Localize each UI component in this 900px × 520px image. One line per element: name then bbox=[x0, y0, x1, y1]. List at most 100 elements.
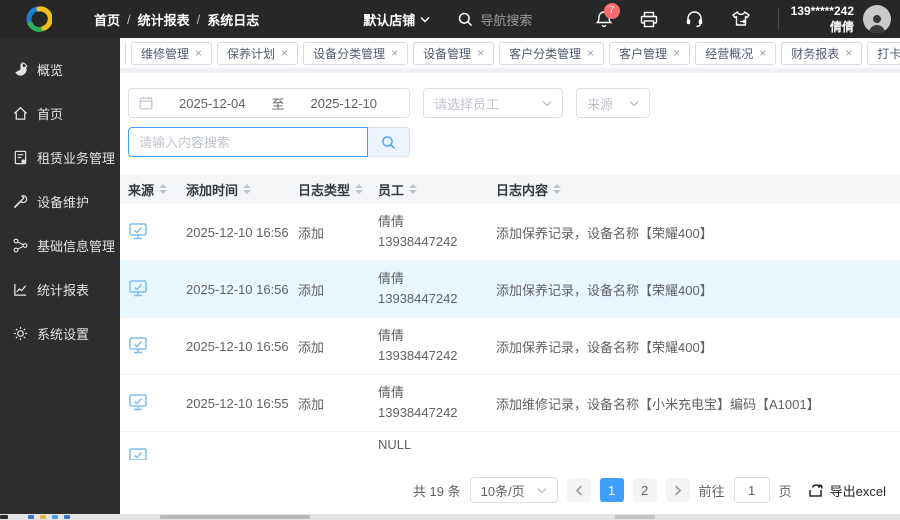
next-page-button[interactable] bbox=[665, 478, 690, 502]
sort-icon[interactable] bbox=[409, 184, 418, 194]
breadcrumb-reports[interactable]: 统计报表 bbox=[138, 10, 190, 29]
close-icon[interactable]: × bbox=[759, 46, 766, 60]
tab-label: 设备分类管理 bbox=[313, 46, 386, 61]
goto-page-input[interactable] bbox=[733, 477, 770, 503]
app-logo[interactable] bbox=[0, 6, 66, 32]
content-cell: 添加保养记录，设备名称【荣耀400】 bbox=[496, 225, 713, 241]
source-cell bbox=[128, 221, 186, 244]
table-row[interactable]: 2025-12-10 16:56 添加 倩倩 13938447242 添加保养记… bbox=[120, 318, 900, 375]
tab-maintenance-plan[interactable]: 保养计划 × bbox=[217, 41, 299, 65]
store-selector[interactable]: 默认店铺 bbox=[363, 10, 430, 29]
close-icon[interactable]: × bbox=[477, 46, 484, 60]
sidebar-item-device-maintenance[interactable]: 设备维护 bbox=[0, 179, 120, 223]
table-row[interactable]: 2025-12-10 16:56 添加 倩倩 13938447242 添加保养记… bbox=[120, 261, 900, 318]
source-cell bbox=[128, 392, 186, 415]
sidebar-item-basic-info[interactable]: 基础信息管理 bbox=[0, 223, 120, 267]
user-phone: 139*****242 bbox=[790, 3, 854, 18]
sort-icon[interactable] bbox=[159, 184, 168, 194]
customer-service-button[interactable] bbox=[685, 10, 704, 28]
tab-business-overview[interactable]: 经营概况 × bbox=[695, 41, 777, 65]
sidebar-item-home[interactable]: 首页 bbox=[0, 91, 120, 135]
column-log-content[interactable]: 日志内容 bbox=[496, 180, 900, 199]
page-size-value: 10条/页 bbox=[480, 483, 525, 499]
tab-repair-management[interactable]: 维修管理 × bbox=[131, 41, 213, 65]
page-button-1[interactable]: 1 bbox=[599, 478, 624, 502]
search-bar bbox=[128, 127, 900, 157]
close-icon[interactable]: × bbox=[195, 46, 202, 60]
employee-phone: 13938447242 bbox=[378, 234, 458, 249]
tab-customer-category[interactable]: 客户分类管理 × bbox=[499, 41, 605, 65]
sort-icon[interactable] bbox=[553, 184, 562, 194]
page-button-2[interactable]: 2 bbox=[632, 478, 657, 502]
employee-select[interactable]: 请选择员工 bbox=[423, 88, 563, 118]
table-row[interactable]: NULL bbox=[120, 432, 900, 460]
content-cell: 添加保养记录，设备名称【荣耀400】 bbox=[496, 339, 713, 355]
user-info[interactable]: 139*****242 倩倩 bbox=[791, 3, 854, 35]
close-icon[interactable]: × bbox=[391, 46, 398, 60]
tab-label: 维修管理 bbox=[141, 46, 190, 61]
breadcrumb-home[interactable]: 首页 bbox=[94, 10, 120, 29]
date-end-value[interactable]: 2025-12-10 bbox=[289, 96, 400, 111]
tab-clipped[interactable] bbox=[125, 41, 126, 65]
date-range-picker[interactable]: 2025-12-04 至 2025-12-10 bbox=[128, 88, 410, 118]
breadcrumb: 首页 / 统计报表 / 系统日志 bbox=[94, 10, 259, 29]
chevron-down-icon bbox=[537, 487, 547, 493]
close-icon[interactable]: × bbox=[845, 46, 852, 60]
sort-icon[interactable] bbox=[355, 184, 364, 194]
content-search-input[interactable] bbox=[128, 127, 368, 157]
theme-switch-button[interactable] bbox=[731, 10, 751, 28]
user-name: 倩倩 bbox=[829, 20, 854, 34]
export-excel-button[interactable]: 导出excel bbox=[807, 481, 886, 500]
tab-device-category[interactable]: 设备分类管理 × bbox=[303, 41, 409, 65]
total-count-text: 共 19 条 bbox=[412, 483, 461, 499]
page-size-select[interactable]: 10条/页 bbox=[469, 477, 558, 503]
prev-page-button[interactable] bbox=[566, 478, 591, 502]
employee-name: 倩倩 bbox=[378, 213, 405, 229]
column-source[interactable]: 来源 bbox=[128, 180, 186, 199]
sidebar-item-system-settings[interactable]: 系统设置 bbox=[0, 311, 120, 355]
sidebar-item-label: 首页 bbox=[37, 106, 64, 122]
date-start-value[interactable]: 2025-12-04 bbox=[157, 96, 268, 111]
column-employee[interactable]: 员工 bbox=[378, 180, 496, 199]
table-row[interactable]: 2025-12-10 16:55 添加 倩倩 13938447242 添加维修记… bbox=[120, 375, 900, 432]
monitor-check-icon bbox=[129, 336, 147, 353]
type-cell: 添加 bbox=[298, 339, 325, 355]
content-cell: 添加维修记录，设备名称【小米充电宝】编码【A1001】 bbox=[496, 396, 820, 412]
table-row[interactable]: 2025-12-10 16:56 添加 倩倩 13938447242 添加保养记… bbox=[120, 204, 900, 261]
sidebar-item-overview[interactable]: 概览 bbox=[0, 47, 120, 91]
sliver-mark bbox=[615, 515, 655, 519]
notifications-button[interactable]: 7 bbox=[595, 2, 620, 29]
export-icon bbox=[808, 484, 823, 497]
close-icon[interactable]: × bbox=[673, 46, 680, 60]
source-cell bbox=[128, 335, 186, 358]
close-icon[interactable]: × bbox=[587, 46, 594, 60]
nav-search-placeholder: 导航搜索 bbox=[480, 12, 533, 28]
employee-cell: NULL bbox=[378, 432, 496, 455]
goto-suffix-label: 页 bbox=[778, 483, 792, 499]
sort-icon[interactable] bbox=[243, 184, 252, 194]
breadcrumb-system-log[interactable]: 系统日志 bbox=[207, 10, 259, 29]
print-button[interactable] bbox=[640, 11, 658, 28]
nav-search[interactable]: 导航搜索 bbox=[458, 10, 532, 29]
topbar-actions: 7 139*****242 倩倩 bbox=[595, 2, 900, 35]
printer-icon bbox=[640, 11, 657, 27]
tab-clock-record[interactable]: 打卡记录 × bbox=[867, 41, 900, 65]
column-add-time[interactable]: 添加时间 bbox=[186, 180, 298, 199]
log-table: 来源 添加时间 日志类型 员工 日志内容 2025-12-10 16:56 添加… bbox=[120, 174, 900, 460]
wrench-icon bbox=[14, 194, 28, 208]
tab-finance-report[interactable]: 财务报表 × bbox=[781, 41, 863, 65]
monitor-check-icon bbox=[129, 448, 147, 460]
table-header: 来源 添加时间 日志类型 员工 日志内容 bbox=[120, 174, 900, 204]
source-select[interactable]: 来源 bbox=[576, 88, 650, 118]
employee-select-placeholder: 请选择员工 bbox=[434, 96, 500, 112]
close-icon[interactable]: × bbox=[281, 46, 288, 60]
sidebar-item-label: 基础信息管理 bbox=[37, 238, 116, 254]
sidebar-item-statistics[interactable]: 统计报表 bbox=[0, 267, 120, 311]
source-cell bbox=[128, 278, 186, 301]
sidebar-item-rental-management[interactable]: 租赁业务管理 bbox=[0, 135, 120, 179]
avatar[interactable] bbox=[863, 5, 891, 33]
tab-customer-management[interactable]: 客户管理 × bbox=[609, 41, 691, 65]
search-button[interactable] bbox=[368, 127, 410, 157]
tab-device-management[interactable]: 设备管理 × bbox=[413, 41, 495, 65]
column-log-type[interactable]: 日志类型 bbox=[298, 180, 378, 199]
